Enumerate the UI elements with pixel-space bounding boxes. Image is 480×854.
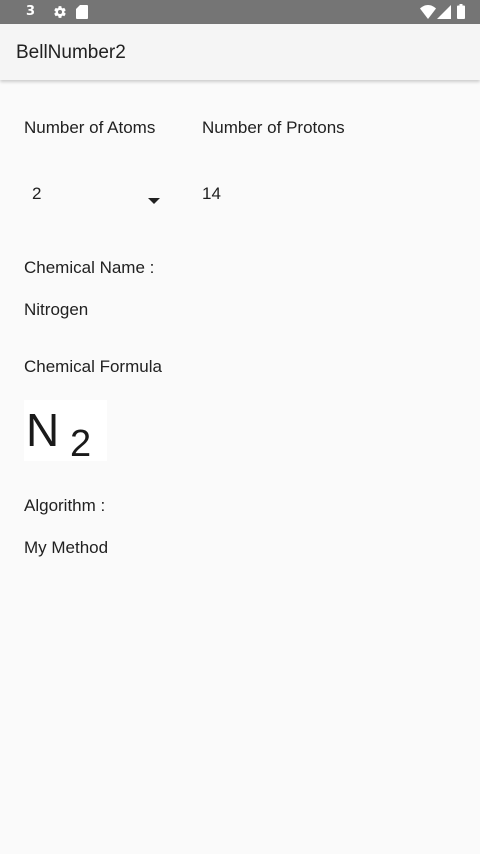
algorithm-value: My Method (24, 538, 109, 557)
status-bar: 3 (0, 0, 480, 24)
gear-icon (53, 5, 67, 23)
chemical-name-value: Nitrogen (24, 300, 89, 319)
protons-value: 14 (202, 184, 221, 203)
chemical-formula-label: Chemical Formula (24, 357, 162, 376)
app-title: BellNumber2 (16, 42, 126, 63)
chemical-name-label: Chemical Name : (24, 258, 155, 277)
formula-symbol: N (26, 404, 59, 456)
chemical-formula-image: N 2 (24, 400, 107, 465)
atoms-spinner-value: 2 (32, 184, 42, 203)
battery-icon (457, 4, 465, 23)
atoms-label: Number of Atoms (24, 118, 156, 137)
protons-label: Number of Protons (202, 118, 345, 137)
atoms-spinner[interactable]: 2 (24, 174, 170, 214)
formula-subscript: 2 (70, 423, 91, 461)
status-time: 3 (26, 4, 36, 19)
app-bar: BellNumber2 (0, 24, 480, 80)
sd-card-icon (76, 5, 88, 23)
wifi-icon (420, 5, 436, 23)
dropdown-arrow-icon (148, 191, 160, 209)
algorithm-label: Algorithm : (24, 496, 106, 515)
signal-icon (437, 5, 451, 23)
